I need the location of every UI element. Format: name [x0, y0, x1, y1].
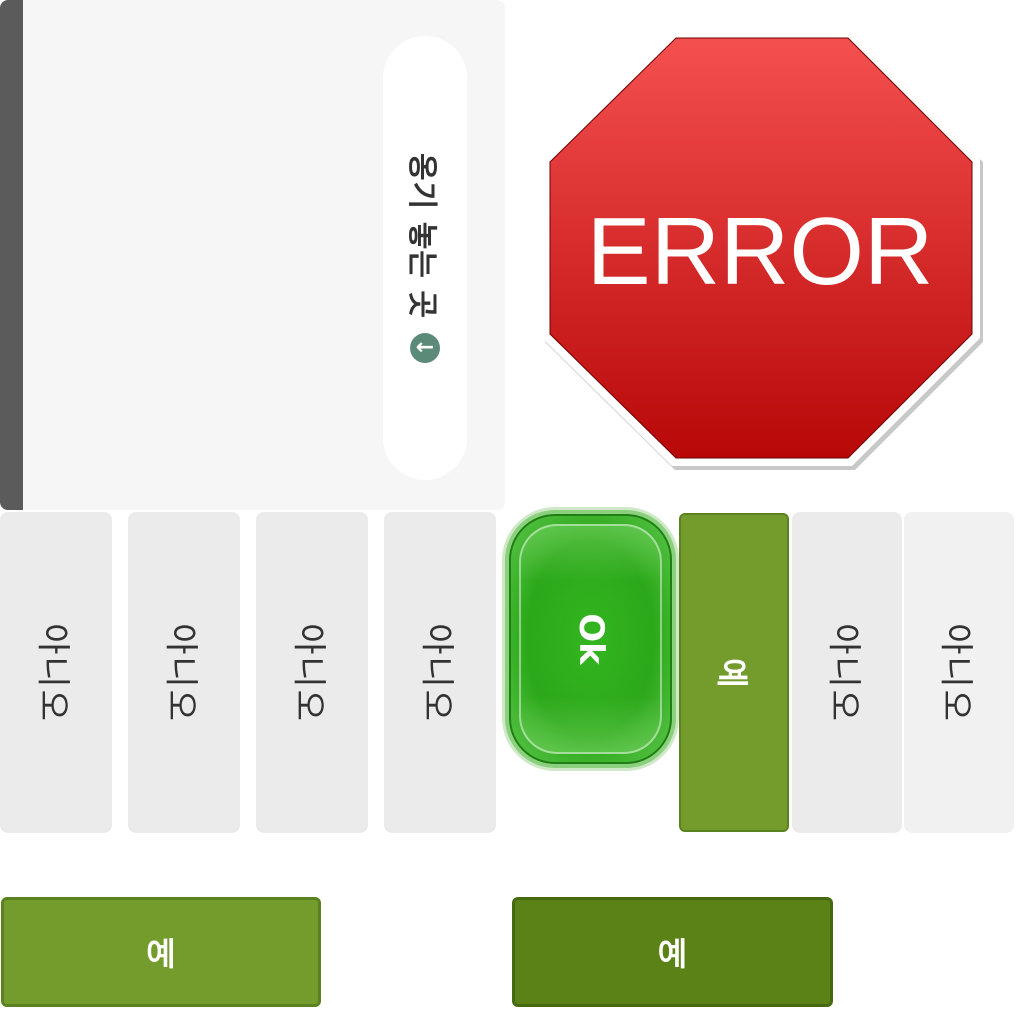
no-tile-4[interactable]: 아니오: [384, 512, 496, 833]
no-tile-5[interactable]: 아니오: [792, 512, 902, 833]
drop-zone-target[interactable]: 옹기 놓는 곳 ←: [383, 36, 467, 480]
no-tile-label: 아니오: [32, 622, 73, 723]
ok-button-label: Ok: [570, 613, 611, 665]
no-tile-2[interactable]: 아니오: [128, 512, 240, 833]
arrow-left-circle-icon: ←: [410, 332, 440, 363]
screen: 옹기 놓는 곳 ← ERROR 아니오 아니오 아니오 아니오 Ok 예 아니오…: [0, 0, 1024, 1024]
ok-button[interactable]: Ok: [509, 514, 672, 764]
no-tile-label: 아니오: [823, 622, 864, 723]
no-tile-label: 아니오: [416, 622, 457, 723]
no-tile-label: 아니오: [288, 622, 329, 723]
drop-zone-handle[interactable]: [0, 0, 23, 510]
no-tile-label: 아니오: [160, 622, 201, 723]
drop-zone-label: 옹기 놓는 곳: [404, 153, 439, 319]
no-tile-label: 아니오: [935, 622, 976, 723]
error-text: ERROR: [587, 198, 934, 305]
yes-button-right[interactable]: 예: [512, 897, 833, 1007]
yes-button-left[interactable]: 예: [1, 897, 321, 1007]
yes-tile[interactable]: 예: [679, 513, 789, 832]
no-tile-3[interactable]: 아니오: [256, 512, 368, 833]
yes-tile-label: 예: [713, 657, 751, 688]
no-tile-6[interactable]: 아니오: [904, 512, 1014, 833]
error-stop-sign: ERROR: [542, 30, 983, 470]
no-tile-1[interactable]: 아니오: [0, 512, 112, 833]
